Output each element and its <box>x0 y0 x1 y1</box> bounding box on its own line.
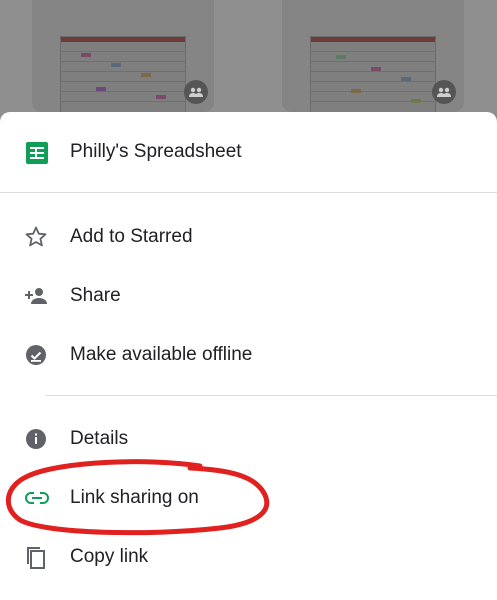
background-file-grid <box>0 0 497 130</box>
menu-item-label: Share <box>70 285 121 306</box>
offline-check-icon <box>24 343 50 369</box>
file-header: Philly's Spreadsheet <box>0 112 497 193</box>
shared-people-icon <box>184 80 208 104</box>
google-sheets-icon <box>26 142 48 164</box>
menu-divider <box>46 395 497 396</box>
menu-item-label: Make available offline <box>70 344 253 365</box>
info-icon <box>24 427 50 453</box>
file-name: Philly's Spreadsheet <box>70 141 242 162</box>
menu-item-label: Add to Starred <box>70 226 193 247</box>
star-outline-icon <box>24 225 50 251</box>
menu-item-share[interactable]: Share <box>0 267 497 325</box>
menu-item-label: Details <box>70 428 129 449</box>
copy-icon <box>24 545 50 571</box>
menu-item-make-available-offline[interactable]: Make available offline <box>0 326 497 384</box>
spreadsheet-preview <box>310 36 436 116</box>
spreadsheet-preview <box>60 36 186 116</box>
file-thumbnail-card[interactable] <box>282 0 464 116</box>
file-thumbnail-card[interactable] <box>32 0 214 116</box>
menu-item-add-to-starred[interactable]: Add to Starred <box>0 208 497 266</box>
shared-people-icon <box>432 80 456 104</box>
menu-item-copy-link[interactable]: Copy link <box>0 528 497 586</box>
person-add-icon <box>24 284 50 310</box>
red-annotation-circle <box>5 459 270 536</box>
menu-item-label: Copy link <box>70 546 149 567</box>
